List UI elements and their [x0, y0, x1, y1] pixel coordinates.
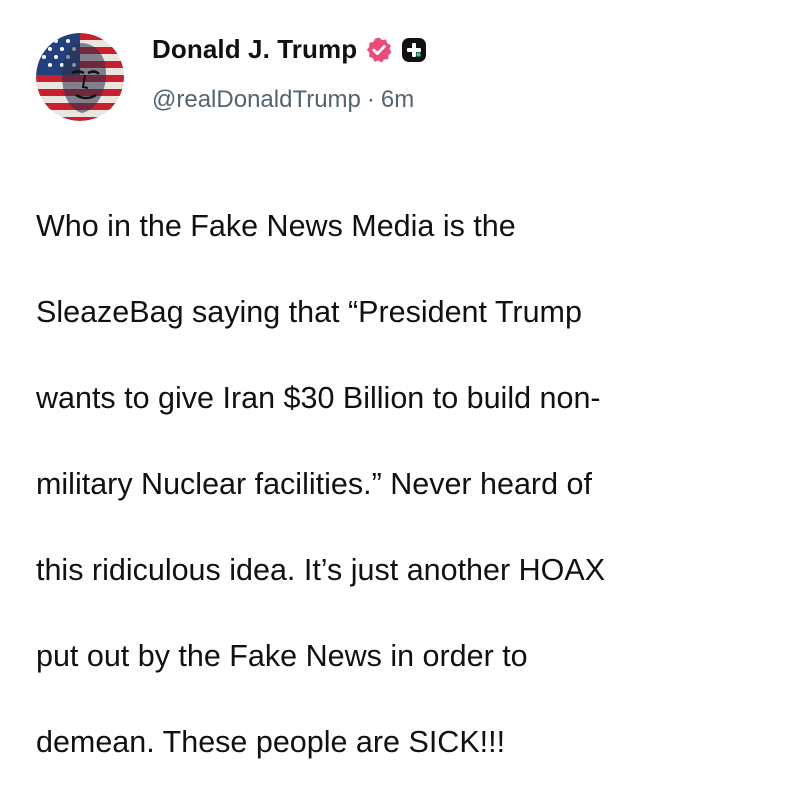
post-text-line: this ridiculous idea. It’s just another … — [36, 553, 606, 587]
avatar[interactable] — [36, 33, 124, 121]
post-timestamp[interactable]: 6m — [381, 86, 414, 114]
post-text-line: Who in the Fake News Media is the — [36, 209, 516, 243]
post-text-line: demean. These people are SICK!!! — [36, 725, 506, 759]
plus-badge-icon — [401, 37, 427, 63]
author-handle[interactable]: @realDonaldTrump — [152, 86, 361, 114]
flag-portrait-avatar — [36, 33, 124, 121]
post-text-line: military Nuclear facilities.” Never hear… — [36, 467, 592, 501]
author-display-name[interactable]: Donald J. Trump — [152, 34, 357, 65]
author-meta-row: @realDonaldTrump · 6m — [152, 86, 414, 114]
post-body: Who in the Fake News Media is the Sleaze… — [36, 162, 756, 807]
post-text-line: wants to give Iran $30 Billion to build … — [36, 381, 601, 415]
post-text-line: put out by the Fake News in order to — [36, 639, 528, 673]
post-text-line: SleazeBag saying that “President Trump — [36, 295, 582, 329]
meta-separator: · — [366, 86, 375, 113]
author-name-row: Donald J. Trump — [152, 34, 427, 65]
verified-badge-icon — [365, 36, 393, 64]
post-card: Donald J. Trump @realDonaldTrump · 6m Wh… — [0, 0, 800, 759]
